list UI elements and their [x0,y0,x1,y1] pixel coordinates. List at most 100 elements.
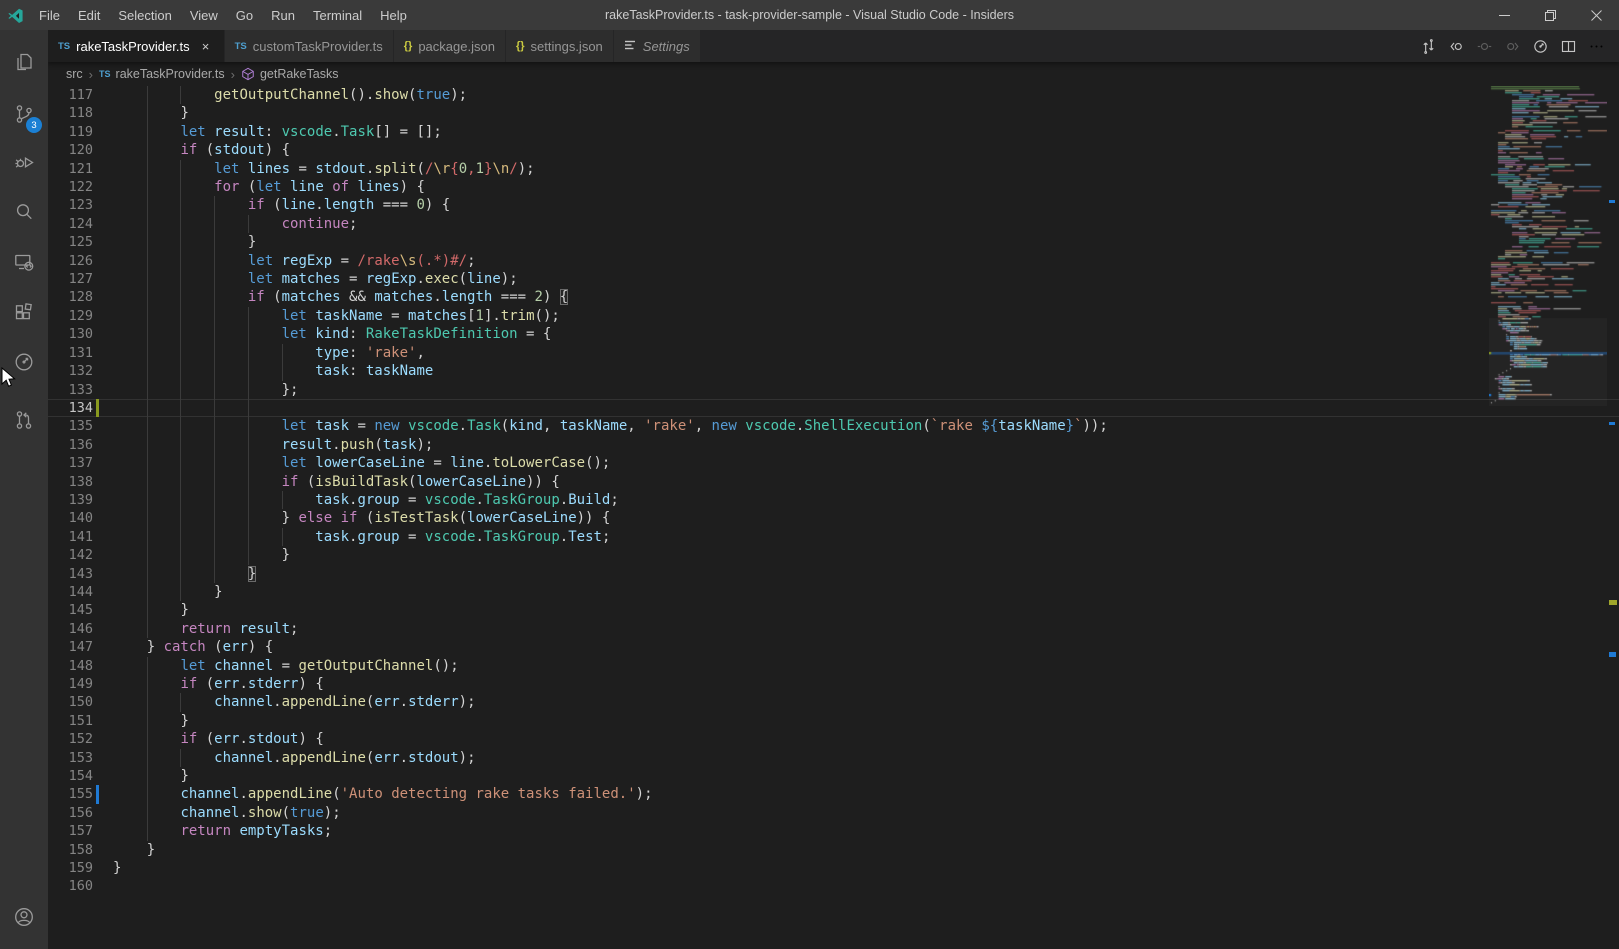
code-line-130[interactable]: 130 let kind: RakeTaskDefinition = { [48,325,1619,343]
code-line-126[interactable]: 126 let regExp = /rake\s(.*)#/; [48,252,1619,270]
menu-help[interactable]: Help [371,0,416,30]
code-line-146[interactable]: 146 return result; [48,620,1619,638]
breadcrumb-item-getraketasks[interactable]: getRakeTasks [241,67,339,81]
code-line-117[interactable]: 117 getOutputChannel().show(true); [48,86,1619,104]
line-number: 136 [48,436,93,454]
tab-settings-json[interactable]: {}settings.json [506,30,614,62]
clock-icon[interactable] [0,340,48,384]
code-line-140[interactable]: 140 } else if (isTestTask(lowerCaseLine)… [48,509,1619,527]
code-line-119[interactable]: 119 let result: vscode.Task[] = []; [48,123,1619,141]
menu-terminal[interactable]: Terminal [304,0,371,30]
code-line-133[interactable]: 133 }; [48,381,1619,399]
tab-package-json[interactable]: {}package.json [394,30,506,62]
code-line-124[interactable]: 124 continue; [48,215,1619,233]
indent-guide [180,215,181,233]
next-change-icon[interactable] [1499,33,1525,59]
code-text: let channel = getOutputChannel(); [113,657,1487,675]
code-line-131[interactable]: 131 type: 'rake', [48,344,1619,362]
clock-icon[interactable] [1527,33,1553,59]
split-editor-icon[interactable] [1555,33,1581,59]
tab-raketaskprovider-ts[interactable]: TSrakeTaskProvider.ts× [48,30,225,62]
code-line-125[interactable]: 125 } [48,233,1619,251]
line-number: 124 [48,215,93,233]
code-line-134[interactable]: 134 [48,399,1619,417]
code-line-135[interactable]: 135 let task = new vscode.Task(kind, tas… [48,417,1619,435]
code-line-141[interactable]: 141 task.group = vscode.TaskGroup.Test; [48,528,1619,546]
breadcrumb-item-raketaskprovider-ts[interactable]: TSrakeTaskProvider.ts [99,67,225,81]
code-line-139[interactable]: 139 task.group = vscode.TaskGroup.Build; [48,491,1619,509]
code-line-148[interactable]: 148 let channel = getOutputChannel(); [48,657,1619,675]
code-line-143[interactable]: 143 } [48,565,1619,583]
code-line-137[interactable]: 137 let lowerCaseLine = line.toLowerCase… [48,454,1619,472]
line-number: 132 [48,362,93,380]
code-line-150[interactable]: 150 channel.appendLine(err.stderr); [48,693,1619,711]
code-editor[interactable]: 117 getOutputChannel().show(true);118 }1… [48,86,1619,949]
gutter-decoration [93,473,113,491]
overview-ruler[interactable] [1607,86,1619,949]
code-line-151[interactable]: 151 } [48,712,1619,730]
breadcrumb-item-src[interactable]: src [66,67,83,81]
code-line-128[interactable]: 128 if (matches && matches.length === 2)… [48,288,1619,306]
code-line-149[interactable]: 149 if (err.stderr) { [48,675,1619,693]
code-line-158[interactable]: 158 } [48,841,1619,859]
gutter-decoration [93,270,113,288]
code-line-136[interactable]: 136 result.push(task); [48,436,1619,454]
code-line-142[interactable]: 142 } [48,546,1619,564]
line-number: 133 [48,381,93,399]
code-line-132[interactable]: 132 task: taskName [48,362,1619,380]
code-line-138[interactable]: 138 if (isBuildTask(lowerCaseLine)) { [48,473,1619,491]
gutter-decoration [93,638,113,656]
remote-explorer-icon[interactable] [0,240,48,284]
indent-guide [248,546,249,564]
code-line-118[interactable]: 118 } [48,104,1619,122]
gutter-decoration [93,693,113,711]
code-line-156[interactable]: 156 channel.show(true); [48,804,1619,822]
code-line-147[interactable]: 147 } catch (err) { [48,638,1619,656]
code-line-155[interactable]: 155 channel.appendLine('Auto detecting r… [48,785,1619,803]
prev-change-icon[interactable] [1443,33,1469,59]
close-window-button[interactable] [1573,0,1619,30]
gutter-decoration [93,804,113,822]
code-line-129[interactable]: 129 let taskName = matches[1].trim(); [48,307,1619,325]
line-number: 117 [48,86,93,104]
code-line-127[interactable]: 127 let matches = regExp.exec(line); [48,270,1619,288]
menu-go[interactable]: Go [227,0,262,30]
code-line-152[interactable]: 152 if (err.stdout) { [48,730,1619,748]
code-line-144[interactable]: 144 } [48,583,1619,601]
indent-guide [248,362,249,380]
minimize-button[interactable] [1481,0,1527,30]
line-number: 151 [48,712,93,730]
restore-button[interactable] [1527,0,1573,30]
code-line-154[interactable]: 154 } [48,767,1619,785]
source-control-icon[interactable]: 3 [0,92,48,136]
account-icon[interactable] [0,895,48,939]
menu-file[interactable]: File [30,0,69,30]
open-changes-icon[interactable] [1415,33,1441,59]
code-line-153[interactable]: 153 channel.appendLine(err.stdout); [48,749,1619,767]
search-icon[interactable] [0,190,48,234]
tab-settings[interactable]: Settings [614,30,701,62]
code-line-159[interactable]: 159} [48,859,1619,877]
code-line-123[interactable]: 123 if (line.length === 0) { [48,196,1619,214]
code-line-121[interactable]: 121 let lines = stdout.split(/\r{0,1}\n/… [48,160,1619,178]
code-line-160[interactable]: 160 [48,877,1619,895]
code-line-145[interactable]: 145 } [48,601,1619,619]
code-line-120[interactable]: 120 if (stdout) { [48,141,1619,159]
more-icon[interactable] [1583,33,1609,59]
menu-view[interactable]: View [181,0,227,30]
gutter-decoration [93,822,113,840]
menu-selection[interactable]: Selection [109,0,180,30]
indent-guide [180,160,181,178]
menu-run[interactable]: Run [262,0,304,30]
run-debug-icon[interactable] [0,140,48,184]
cur-change-icon[interactable] [1471,33,1497,59]
extensions-icon[interactable] [0,290,48,334]
menu-edit[interactable]: Edit [69,0,109,30]
code-line-122[interactable]: 122 for (let line of lines) { [48,178,1619,196]
minimap[interactable] [1489,86,1607,406]
close-tab-icon[interactable]: × [198,39,214,54]
pull-request-icon[interactable] [0,398,48,442]
code-line-157[interactable]: 157 return emptyTasks; [48,822,1619,840]
tab-customtaskprovider-ts[interactable]: TScustomTaskProvider.ts [225,30,394,62]
explorer-icon[interactable] [0,40,48,84]
